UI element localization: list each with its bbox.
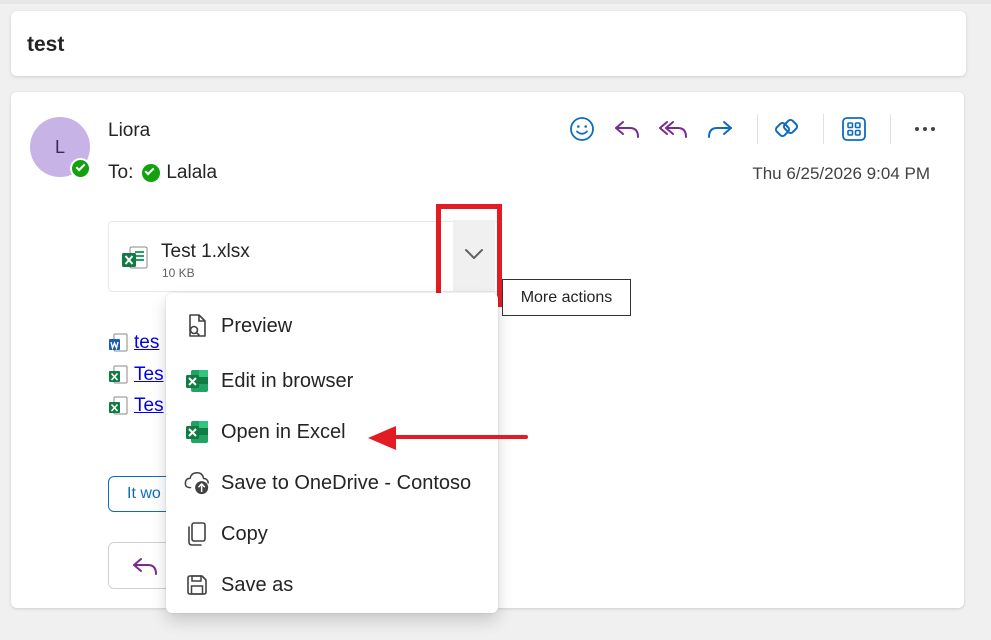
top-strip (0, 0, 991, 4)
toolbar-divider (890, 114, 891, 144)
more-actions-tooltip: More actions (502, 279, 631, 316)
recipient-name[interactable]: Lalala (166, 162, 217, 184)
menu-item-label: Copy (221, 523, 268, 545)
toolbar-divider (757, 114, 758, 144)
attachment-link-text[interactable]: Tes (134, 395, 164, 417)
attachment-link-text[interactable]: tes (134, 332, 159, 354)
menu-item-save-to-onedrive[interactable]: Save to OneDrive - Contoso (166, 461, 498, 505)
cloud-upload-icon (184, 470, 210, 496)
excel-file-icon (108, 396, 128, 416)
to-label: To: (108, 162, 134, 183)
sent-date: Thu 6/25/2026 9:04 PM (752, 164, 930, 183)
excel-file-icon (121, 246, 149, 275)
apps-icon[interactable] (839, 114, 869, 144)
save-icon (184, 572, 210, 598)
more-icon[interactable] (910, 114, 940, 144)
menu-item-label: Open in Excel (221, 421, 346, 443)
attachment-link[interactable]: Tes (108, 395, 164, 417)
forward-icon[interactable] (705, 114, 735, 144)
attachment-name: Test 1.xlsx (161, 241, 250, 262)
subject-header: test (11, 11, 966, 76)
annotation-arrow (366, 425, 530, 458)
recipient-presence-icon (142, 164, 161, 182)
preview-icon (184, 313, 210, 339)
sender-name[interactable]: Liora (108, 120, 150, 142)
attachment-link[interactable]: Tes (108, 364, 164, 386)
menu-item-copy[interactable]: Copy (166, 512, 498, 556)
menu-item-edit-in-browser[interactable]: Edit in browser (166, 359, 498, 403)
emoji-icon[interactable] (567, 114, 597, 144)
loop-icon[interactable] (772, 114, 802, 144)
toolbar-divider (823, 114, 824, 144)
annotation-highlight-box (436, 204, 502, 307)
excel-icon (184, 368, 210, 394)
email-subject: test (27, 33, 65, 56)
menu-item-label: Save as (221, 574, 294, 596)
attachment-link[interactable]: tes (108, 332, 159, 354)
word-file-icon (108, 333, 128, 353)
menu-item-save-as[interactable]: Save as (166, 563, 498, 607)
copy-icon (184, 521, 210, 547)
menu-item-label: Edit in browser (221, 370, 354, 392)
attachment-size: 10 KB (162, 266, 195, 280)
reply-icon (131, 558, 159, 581)
excel-icon (184, 419, 210, 445)
menu-item-label: Save to OneDrive - Contoso (221, 472, 472, 494)
reply-all-icon[interactable] (659, 114, 689, 144)
recipients-row: To: Lalala (108, 162, 217, 184)
attachment-link-text[interactable]: Tes (134, 364, 164, 386)
excel-file-icon (108, 365, 128, 385)
reply-icon[interactable] (612, 114, 642, 144)
menu-item-label: Preview (221, 315, 293, 337)
presence-available-icon (70, 158, 91, 179)
menu-item-preview[interactable]: Preview (166, 304, 498, 348)
